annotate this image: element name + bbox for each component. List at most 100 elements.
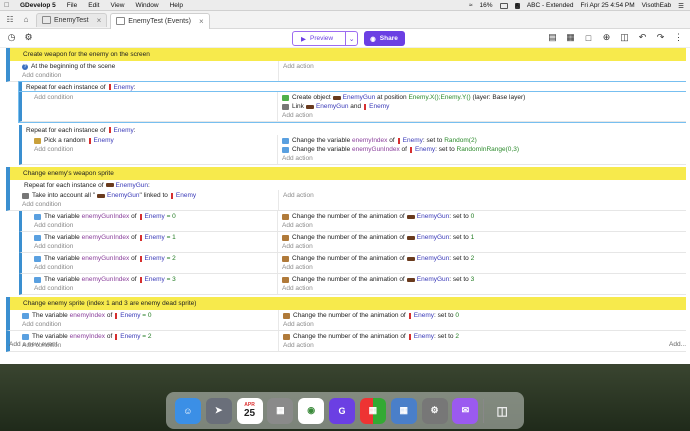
close-tab-icon[interactable]: × (97, 16, 102, 25)
close-tab-icon[interactable]: × (199, 17, 204, 26)
condition-text[interactable]: The variable (44, 255, 80, 262)
add-condition-link[interactable]: Add condition (34, 285, 73, 292)
control-center-icon[interactable]: ☰ (678, 2, 684, 10)
add-condition-link[interactable]: Add condition (34, 146, 73, 153)
messenger-icon[interactable]: ✉ (452, 397, 479, 424)
wifi-icon[interactable]: ≈ (469, 2, 473, 9)
comment-event[interactable]: Change enemy's weapon sprite (6, 167, 686, 180)
calendar-icon[interactable]: APR 25 (236, 397, 263, 424)
conditions-column[interactable]: ? At the beginning of the scene Add condi… (10, 61, 279, 81)
input-source-icon[interactable]: A (514, 2, 520, 9)
subevent[interactable]: The variable enemyGunIndex of Enemy = 3 A… (19, 274, 686, 295)
actions-column[interactable]: Add action (279, 190, 686, 210)
repeat-header[interactable]: Repeat for each instance of Enemy: (19, 125, 686, 135)
add-action-link[interactable]: Add action (282, 243, 313, 250)
trash-icon[interactable]: ◫ (489, 398, 515, 424)
add-more-link[interactable]: Add... (669, 341, 686, 348)
preview-app-icon[interactable]: ▦ (390, 397, 417, 424)
condition-text[interactable]: The variable (32, 333, 68, 340)
action-text[interactable]: Create object (292, 94, 331, 101)
add-condition-link[interactable]: Add condition (22, 201, 61, 208)
conditions-column[interactable]: Add condition (22, 92, 278, 121)
condition-text[interactable]: The variable (44, 213, 80, 220)
add-condition-link[interactable]: Add condition (22, 321, 61, 328)
add-action-link[interactable]: Add action (282, 264, 313, 271)
menubar-clock[interactable]: Fri Apr 25 4:54 PM (580, 2, 634, 9)
home-icon[interactable]: ⌂ (20, 14, 32, 26)
menubar-user[interactable]: VisothEab (642, 2, 672, 9)
action-text[interactable]: Change the number of the animation of (292, 234, 405, 241)
menu-file[interactable]: File (67, 2, 77, 9)
menu-window[interactable]: Window (135, 2, 158, 9)
add-action-link[interactable]: Add action (282, 285, 313, 292)
conditions-column[interactable]: The variable enemyIndex of Enemy = 0 Add … (10, 310, 279, 330)
tiles-app-icon[interactable]: ▦ (359, 397, 386, 424)
system-preferences-icon[interactable]: ⚙ (421, 397, 448, 424)
condition-text[interactable]: The variable (44, 276, 80, 283)
actions-column[interactable]: Change the number of the animation of Ene… (278, 274, 686, 294)
condition-text[interactable]: The variable (32, 312, 68, 319)
actions-column[interactable]: Add action (279, 61, 686, 81)
action-text[interactable]: Change the number of the animation of (292, 255, 405, 262)
add-action-link[interactable]: Add action (283, 63, 314, 70)
add-action-link[interactable]: Add action (282, 222, 313, 229)
battery-icon[interactable] (499, 2, 508, 9)
repeat-event[interactable]: Pick a random Enemy Add condition Change … (19, 135, 686, 165)
add-subevent-icon[interactable]: ▦ (565, 32, 576, 43)
menu-help[interactable]: Help (170, 2, 183, 9)
preview-button[interactable]: ▶ Preview ⌄ (292, 31, 359, 46)
tab-events-editor[interactable]: EnemyTest (Events) × (110, 12, 210, 29)
add-action-link[interactable]: Add action (283, 321, 314, 328)
standard-event[interactable]: ⌄ ?At the beginning of the scene Add con… (6, 61, 686, 82)
actions-column[interactable]: Change the number of the animation of Ene… (279, 331, 686, 351)
delete-icon[interactable]: ◫ (619, 32, 630, 43)
add-action-link[interactable]: Add action (283, 342, 314, 349)
action-text[interactable]: Change the variable (292, 137, 350, 144)
conditions-column[interactable]: Pick a random Enemy Add condition (22, 135, 278, 164)
redo-icon[interactable]: ↷ (655, 32, 666, 43)
debug-icon[interactable]: ⚙ (23, 32, 34, 43)
add-condition-link[interactable]: Add condition (22, 72, 61, 79)
condition-text[interactable]: Take into account all " (32, 192, 95, 199)
add-comment-icon[interactable]: □ (583, 32, 594, 43)
actions-column[interactable]: Change the number of the animation of Ene… (278, 211, 686, 231)
share-button[interactable]: ◉ Share (364, 31, 405, 46)
condition-text[interactable]: Pick a random (44, 137, 86, 144)
history-icon[interactable]: ◷ (6, 32, 17, 43)
action-text[interactable]: Change the number of the animation of (293, 312, 406, 319)
actions-column[interactable]: Change the number of the animation of Ene… (278, 232, 686, 252)
finder-icon[interactable]: ☺ (174, 397, 201, 424)
repeat-event[interactable]: Take into account all " EnemyGun " linked … (6, 190, 686, 211)
actions-column[interactable]: Change the number of the animation of Ene… (279, 310, 686, 330)
add-condition-link[interactable]: Add condition (34, 264, 73, 271)
action-text[interactable]: Link (292, 103, 304, 110)
conditions-column[interactable]: The variable enemyGunIndex of Enemy = 0 A… (22, 211, 278, 231)
input-source-label[interactable]: ABC - Extended (527, 2, 574, 9)
menu-view[interactable]: View (110, 2, 124, 9)
project-manager-icon[interactable]: ☷ (4, 14, 16, 26)
comment-event[interactable]: Create weapon for the enemy on the scree… (6, 48, 686, 61)
conditions-column[interactable]: The variable enemyGunIndex of Enemy = 2 A… (22, 253, 278, 273)
action-text[interactable]: Change the number of the animation of (292, 213, 405, 220)
action-text[interactable]: Change the number of the animation of (293, 333, 406, 340)
add-condition-link[interactable]: Add condition (34, 94, 73, 101)
conditions-column[interactable]: The variable enemyGunIndex of Enemy = 3 A… (22, 274, 278, 294)
actions-column[interactable]: Change the variable enemyIndex of Enemy: … (278, 135, 686, 164)
conditions-column[interactable]: The variable enemyGunIndex of Enemy = 1 A… (22, 232, 278, 252)
standard-event[interactable]: The variable enemyIndex of Enemy = 2 Add … (6, 331, 686, 352)
add-action-link[interactable]: Add action (282, 112, 313, 119)
chevron-down-icon[interactable]: ⌄ (346, 35, 357, 43)
menu-app-name[interactable]: GDevelop 5 (20, 2, 56, 9)
condition-text[interactable]: At the beginning of the scene (31, 63, 115, 70)
conditions-column[interactable]: Take into account all " EnemyGun " linked … (10, 190, 279, 210)
actions-column[interactable]: Create object EnemyGun at position Enemy.… (278, 92, 686, 121)
add-more-icon[interactable]: ⊕ (601, 32, 612, 43)
actions-column[interactable]: Change the number of the animation of Ene… (278, 253, 686, 273)
subevent[interactable]: The variable enemyGunIndex of Enemy = 2 A… (19, 253, 686, 274)
add-new-event-link[interactable]: Add a new event (9, 341, 57, 348)
launchpad-icon[interactable]: ➤ (205, 397, 232, 424)
chrome-icon[interactable]: ◉ (298, 397, 325, 424)
add-condition-link[interactable]: Add condition (34, 243, 73, 250)
add-action-link[interactable]: Add action (283, 192, 314, 199)
repeat-header[interactable]: Repeat for each instance of EnemyGun: (6, 180, 686, 190)
